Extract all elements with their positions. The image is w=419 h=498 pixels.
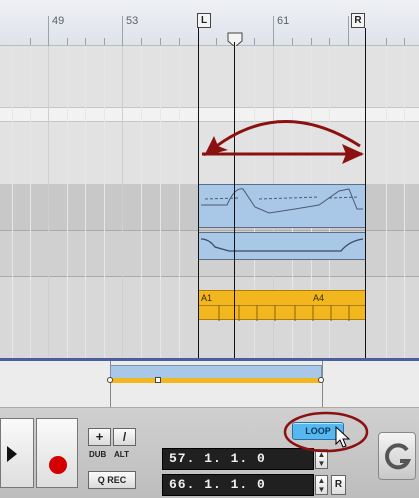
- overview-edge: [322, 361, 323, 407]
- overview-handle[interactable]: [107, 377, 113, 383]
- ruler-tick: [311, 38, 312, 45]
- grid-line: [30, 46, 31, 358]
- left-locator-marker[interactable]: L: [197, 13, 211, 28]
- ruler-tick: [104, 38, 105, 45]
- ruler-tick: [179, 38, 180, 45]
- loop-arrow-annotation: [202, 120, 364, 164]
- ruler-tick: [329, 38, 330, 45]
- midi-clip-2[interactable]: [198, 232, 366, 260]
- up-arrow-icon[interactable]: ▲: [318, 476, 326, 485]
- play-icon: [7, 446, 17, 462]
- ruler-bar-61: 61: [277, 15, 290, 27]
- ruler-bar-line: [348, 16, 349, 46]
- lane-empty-top: [0, 46, 419, 108]
- ruler-tick: [254, 38, 255, 45]
- overview-audio-region: [110, 378, 322, 383]
- plus-icon: +: [95, 429, 104, 444]
- click-button[interactable]: [378, 432, 416, 480]
- slash-button[interactable]: /: [113, 428, 136, 446]
- audio-clip-label-a1: A1: [201, 293, 213, 303]
- ruler-tick: [386, 38, 387, 45]
- ruler-bar-line: [122, 16, 123, 46]
- record-button[interactable]: [36, 418, 78, 488]
- ruler-bar-53: 53: [126, 15, 139, 27]
- overview-handle[interactable]: [155, 377, 161, 383]
- ruler-tick: [404, 38, 405, 45]
- dub-label: DUB: [89, 450, 107, 459]
- audio-clip-slices: [218, 305, 350, 321]
- ruler-bar-line: [273, 16, 274, 46]
- plus-button[interactable]: +: [88, 428, 111, 446]
- grid-line: [179, 46, 180, 358]
- right-locator-line: [365, 28, 366, 358]
- left-locator-line: [198, 28, 199, 358]
- grid-line: [67, 46, 68, 358]
- slash-icon: /: [122, 430, 127, 444]
- grid-line: [404, 46, 405, 358]
- sequencer-lanes[interactable]: A1 A4: [0, 28, 419, 358]
- grid-line: [48, 46, 49, 358]
- song-overview[interactable]: [0, 358, 419, 408]
- grid-line: [160, 46, 161, 358]
- grid-line: [141, 46, 142, 358]
- down-arrow-icon[interactable]: ▼: [318, 459, 326, 468]
- cursor-icon: [335, 426, 351, 448]
- audio-clip-label-a4: A4: [313, 293, 325, 303]
- timeline-ruler[interactable]: 49 53 61 L R: [0, 0, 419, 48]
- grid-line: [122, 46, 123, 358]
- grid-line: [104, 46, 105, 358]
- ruler-tick: [160, 38, 161, 45]
- midi-clip-2-waveform: [200, 238, 364, 252]
- right-locator-display[interactable]: 66. 1. 1. 0: [162, 474, 314, 496]
- grid-line: [12, 46, 13, 358]
- loop-highlight-ring: [283, 411, 369, 453]
- ruler-tick: [67, 38, 68, 45]
- song-position-line: [234, 42, 235, 358]
- q-rec-button[interactable]: Q REC: [88, 471, 136, 489]
- right-locator-marker[interactable]: R: [351, 13, 365, 28]
- right-locator-spinner[interactable]: ▲ ▼: [315, 475, 328, 495]
- audio-clip[interactable]: A1 A4: [198, 290, 366, 321]
- click-icon: [385, 443, 412, 470]
- ruler-tick: [85, 38, 86, 45]
- grid-line: [386, 46, 387, 358]
- overview-handle[interactable]: [318, 377, 324, 383]
- ruler-bar-line: [48, 16, 49, 46]
- overview-clip-region: [110, 365, 322, 379]
- ruler-bar-49: 49: [52, 15, 65, 27]
- alt-label: ALT: [114, 450, 129, 459]
- grid-line: [85, 46, 86, 358]
- ruler-tick: [216, 38, 217, 45]
- play-button[interactable]: [0, 418, 34, 488]
- ruler-tick: [141, 38, 142, 45]
- midi-clip-1[interactable]: [198, 184, 366, 228]
- right-locator-go-button[interactable]: R: [331, 475, 346, 495]
- transport-panel: + / DUB ALT Q REC 57. 1. 1. 0 ▲ ▼ 66. 1.…: [0, 408, 419, 498]
- record-icon: [49, 456, 67, 474]
- midi-clip-1-waveform: [201, 188, 363, 214]
- ruler-tick: [292, 38, 293, 45]
- ruler-tick: [30, 38, 31, 45]
- down-arrow-icon[interactable]: ▼: [318, 485, 326, 494]
